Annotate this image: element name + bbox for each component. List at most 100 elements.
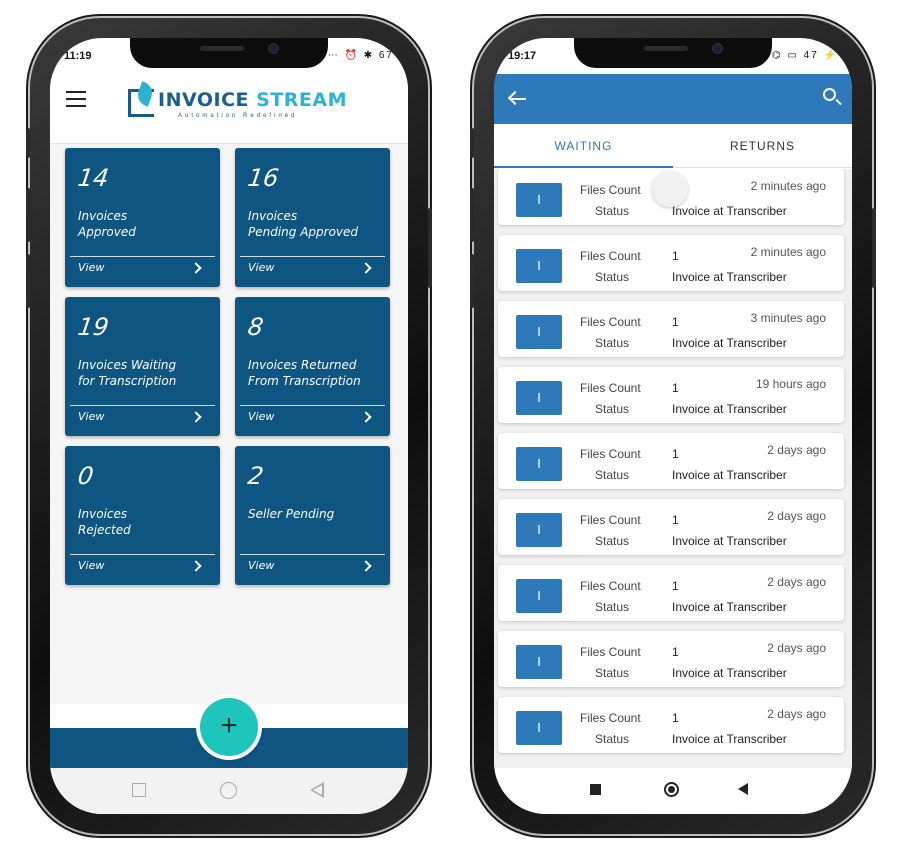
list-item[interactable]: I Files Count Status 1 Invoice at Transc… — [498, 235, 844, 291]
files-count-value: 1 — [672, 513, 679, 527]
mute-switch — [26, 128, 30, 158]
files-count-label: Files Count — [580, 183, 641, 197]
status-label: Status — [595, 600, 630, 614]
volume-down-button — [26, 254, 30, 308]
system-nav-bar — [494, 768, 852, 814]
list-item[interactable]: I Files Count Status 1 Invoice at Transc… — [498, 565, 844, 621]
status-value: Invoice at Transcriber — [672, 270, 787, 284]
files-count-label: Files Count — [580, 645, 641, 659]
home-icon[interactable] — [664, 782, 679, 797]
status-time: 19:17 — [508, 50, 537, 62]
invoice-type-badge: I — [516, 249, 562, 283]
status-value: Invoice at Transcriber — [672, 732, 787, 746]
mute-switch — [470, 128, 474, 158]
files-count-value: 1 — [672, 711, 679, 725]
timestamp: 2 days ago — [767, 641, 826, 655]
card-invoices-waiting[interactable]: 19 Invoices Waiting for Transcription Vi… — [65, 297, 220, 436]
timestamp: 19 hours ago — [755, 377, 826, 391]
left-phone-frame: 11:19 ⋯ ⏰ ✱ 67 INVOICE STREAM Automation… — [26, 18, 432, 834]
files-count-value: 1 — [672, 579, 679, 593]
card-label: Seller Pending — [248, 507, 335, 521]
files-count-label: Files Count — [580, 513, 641, 527]
files-count-label: Files Count — [580, 579, 641, 593]
card-seller-pending[interactable]: 2 Seller Pending View — [235, 446, 390, 585]
home-icon[interactable] — [220, 782, 237, 799]
recents-icon[interactable] — [132, 783, 146, 797]
back-icon[interactable] — [738, 783, 748, 795]
card-divider — [70, 554, 215, 555]
list-item[interactable]: I Files Count Status 1 Invoice at Transc… — [498, 499, 844, 555]
card-count: 0 — [76, 462, 96, 490]
list-item[interactable]: I Files Count Status 1 Invoice at Transc… — [498, 631, 844, 687]
timestamp: 2 days ago — [767, 707, 826, 721]
timestamp: 2 days ago — [767, 575, 826, 589]
list-item[interactable]: I Files Count Status 1 Invoice at Transc… — [498, 367, 844, 423]
list-item[interactable]: I Files Count Status 1 Invoice at Transc… — [498, 697, 844, 753]
back-icon[interactable] — [310, 782, 324, 798]
status-icons: ⋯ ⏰ ✱ 67 — [327, 50, 394, 61]
status-label: Status — [595, 402, 630, 416]
hamburger-icon[interactable] — [66, 91, 86, 107]
volume-up-button — [470, 188, 474, 242]
status-label: Status — [595, 270, 630, 284]
card-view-link[interactable]: View — [78, 261, 104, 274]
invoice-type-badge: I — [516, 315, 562, 349]
card-view-link[interactable]: View — [78, 559, 104, 572]
card-divider — [70, 256, 215, 257]
arrow-back-icon[interactable] — [510, 98, 526, 100]
files-count-label: Files Count — [580, 381, 641, 395]
status-value: Invoice at Transcriber — [672, 666, 787, 680]
card-invoices-approved[interactable]: 14 Invoices Approved View — [65, 148, 220, 287]
list-item[interactable]: I Files Count Status 1 Invoice at Transc… — [498, 301, 844, 357]
status-value: Invoice at Transcriber — [672, 402, 787, 416]
timestamp: 2 minutes ago — [750, 245, 826, 259]
recents-icon[interactable] — [590, 784, 601, 795]
invoice-type-badge: I — [516, 645, 562, 679]
invoice-list: I Files Count Status Invoice at Transcri… — [494, 169, 852, 769]
files-count-value: 1 — [672, 315, 679, 329]
card-invoices-rejected[interactable]: 0 Invoices Rejected View — [65, 446, 220, 585]
tab-waiting[interactable]: WAITING — [494, 124, 673, 168]
status-label: Status — [595, 666, 630, 680]
volume-up-button — [26, 188, 30, 242]
card-divider — [70, 405, 215, 406]
right-screen: 19:17 ⌬ ▭ 47 ⚡ WAITING RETURNS I Files C… — [494, 38, 852, 814]
status-label: Status — [595, 468, 630, 482]
chevron-right-icon[interactable] — [190, 262, 202, 274]
card-divider — [240, 256, 385, 257]
card-view-link[interactable]: View — [78, 410, 104, 423]
files-count-value: 1 — [672, 249, 679, 263]
status-label: Status — [595, 732, 630, 746]
card-view-link[interactable]: View — [248, 559, 274, 572]
timestamp: 2 days ago — [767, 509, 826, 523]
right-phone-frame: 19:17 ⌬ ▭ 47 ⚡ WAITING RETURNS I Files C… — [470, 18, 876, 834]
list-item[interactable]: I Files Count Status 1 Invoice at Transc… — [498, 433, 844, 489]
card-view-link[interactable]: View — [248, 410, 274, 423]
list-item[interactable]: I Files Count Status Invoice at Transcri… — [498, 169, 844, 225]
chevron-right-icon[interactable] — [190, 560, 202, 572]
system-nav-bar — [50, 768, 408, 814]
stage: 11:19 ⋯ ⏰ ✱ 67 INVOICE STREAM Automation… — [0, 0, 897, 854]
card-invoices-returned[interactable]: 8 Invoices Returned From Transcription V… — [235, 297, 390, 436]
card-count: 2 — [246, 462, 266, 490]
card-label: Invoices Waiting for Transcription — [78, 358, 177, 388]
chevron-right-icon[interactable] — [190, 411, 202, 423]
card-view-link[interactable]: View — [248, 261, 274, 274]
app-header: INVOICE STREAM Automation Redefined — [50, 74, 408, 144]
chevron-right-icon[interactable] — [360, 262, 372, 274]
card-invoices-pending-approved[interactable]: 16 Invoices Pending Approved View — [235, 148, 390, 287]
tab-returns[interactable]: RETURNS — [673, 124, 852, 168]
chevron-right-icon[interactable] — [360, 411, 372, 423]
front-camera — [268, 43, 279, 54]
status-value: Invoice at Transcriber — [672, 534, 787, 548]
add-fab-button[interactable]: + — [200, 698, 258, 756]
files-count-value: 1 — [672, 381, 679, 395]
status-icons: ⌬ ▭ 47 ⚡ — [771, 50, 838, 61]
files-count-label: Files Count — [580, 315, 641, 329]
search-icon[interactable] — [823, 88, 836, 101]
timestamp: 3 minutes ago — [750, 311, 826, 325]
chevron-right-icon[interactable] — [360, 560, 372, 572]
invoice-type-badge: I — [516, 579, 562, 613]
invoice-type-badge: I — [516, 513, 562, 547]
card-label: Invoices Rejected — [78, 507, 131, 537]
